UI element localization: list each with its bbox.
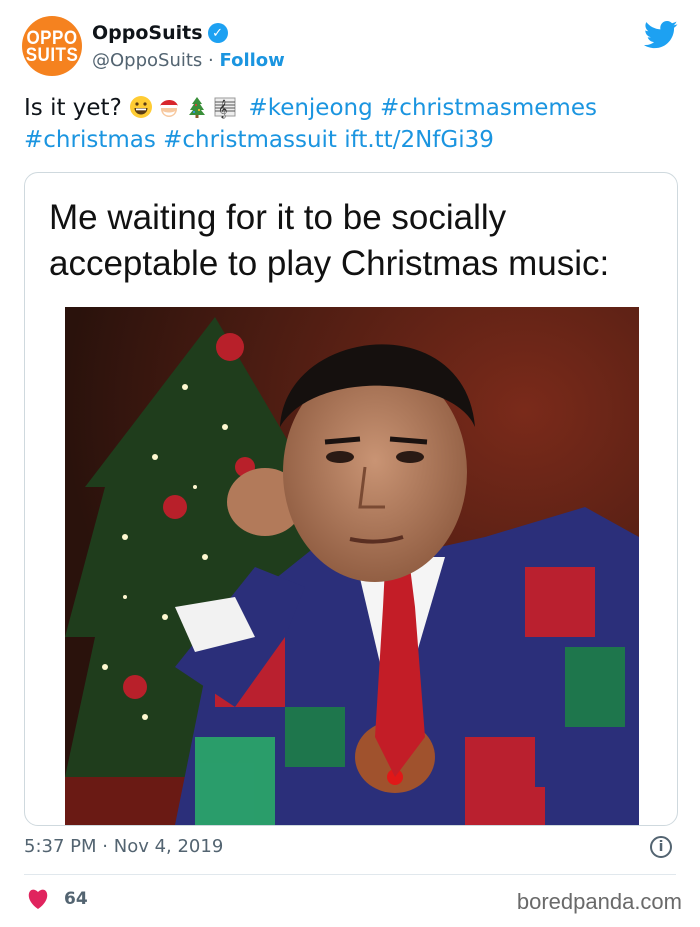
hashtag-kenjeong[interactable]: #kenjeong	[248, 95, 372, 121]
musical-score-emoji-icon: 𝄞	[214, 97, 236, 119]
verified-badge-icon: ✓	[207, 23, 228, 43]
hashtag-christmasmemes[interactable]: #christmasmemes	[380, 95, 597, 121]
christmas-tree-emoji-icon	[189, 97, 206, 118]
tweet-time: 5:37 PM	[24, 836, 97, 857]
avatar[interactable]: OPPO SUITS	[22, 16, 82, 76]
handle-row: @OppoSuits · Follow	[92, 50, 285, 71]
tweet-text-start: Is it yet?	[24, 95, 122, 121]
like-count: 64	[64, 889, 88, 909]
display-name[interactable]: OppoSuits	[92, 22, 203, 44]
tweet-text: Is it yet? 𝄞 #kenjeong #christmasmemes #…	[24, 92, 684, 156]
tweet-link[interactable]: ift.tt/2NfGi39	[344, 127, 494, 153]
hashtag-christmas[interactable]: #christmas	[24, 127, 156, 153]
twitter-bird-icon[interactable]	[644, 20, 678, 50]
avatar-text-line2: SUITS	[25, 43, 79, 66]
santa-emoji-icon	[160, 98, 180, 117]
media-card[interactable]: Me waiting for it to be socially accepta…	[24, 172, 678, 826]
tweet-timestamp[interactable]: 5:37 PM · Nov 4, 2019	[24, 836, 223, 857]
separator-dot: ·	[208, 50, 214, 71]
separator-dot: ·	[102, 836, 108, 857]
grinning-face-emoji-icon	[130, 96, 153, 118]
follow-button[interactable]: Follow	[220, 50, 285, 71]
heart-icon[interactable]	[26, 888, 50, 910]
hashtag-christmassuit[interactable]: #christmassuit	[163, 127, 337, 153]
meme-caption: Me waiting for it to be socially accepta…	[49, 198, 610, 283]
like-action[interactable]: 64	[26, 888, 88, 910]
divider	[24, 874, 676, 875]
tweet-date: Nov 4, 2019	[113, 836, 224, 857]
watermark: boredpanda.com	[516, 889, 682, 914]
user-handle[interactable]: @OppoSuits	[92, 50, 202, 71]
svg-text:𝄞: 𝄞	[218, 99, 227, 119]
display-name-row: OppoSuits ✓	[92, 22, 228, 44]
info-icon[interactable]: i	[650, 836, 672, 858]
tweet-header: OPPO SUITS OppoSuits ✓ @OppoSuits · Foll…	[22, 16, 682, 80]
meme-photo[interactable]	[65, 307, 639, 825]
